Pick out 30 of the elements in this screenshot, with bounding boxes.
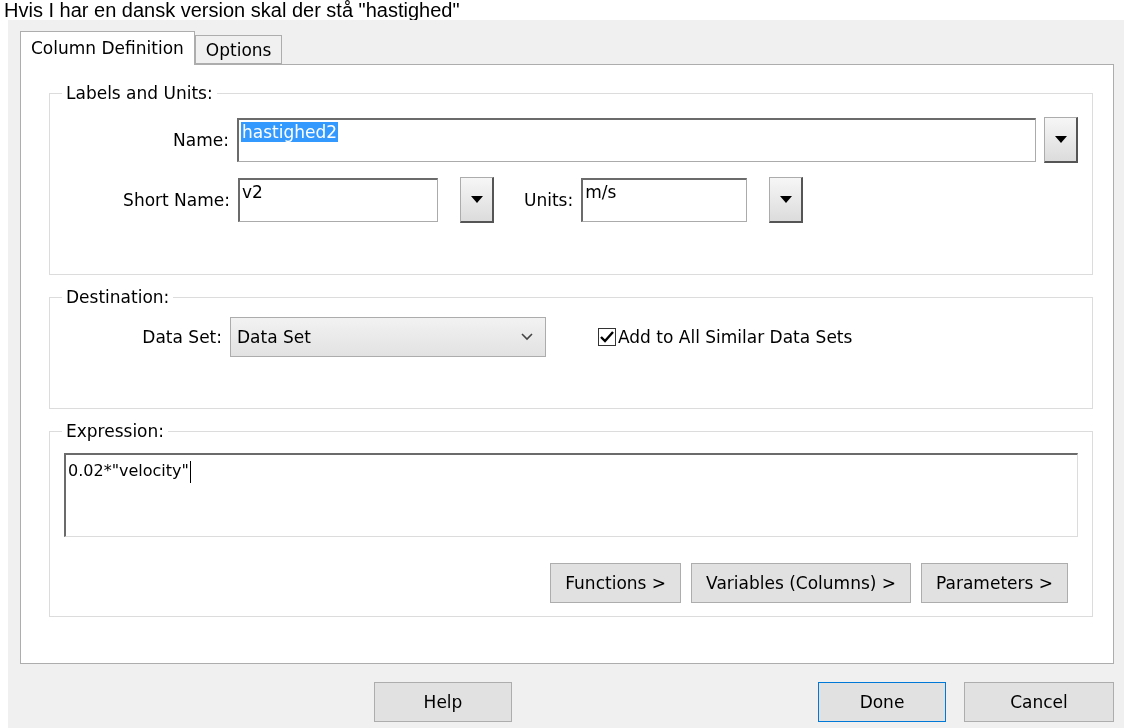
dialog-button[interactable]: Help xyxy=(374,682,512,722)
dropdown-field[interactable]: Data Set xyxy=(230,317,546,357)
caption-text: Hvis I har en dansk version skal der stå "hastighed" xyxy=(3,0,461,20)
expression-field[interactable]: 0.02*"velocity" xyxy=(64,453,1078,537)
checkbox-label: Add to All Similar Data Sets xyxy=(618,327,853,347)
field-label: Units: xyxy=(524,190,574,210)
triangle-down-icon xyxy=(1054,136,1067,143)
checkbox[interactable] xyxy=(598,328,616,346)
action-button[interactable]: Variables (Columns) > xyxy=(691,563,912,603)
field-label: Data Set: xyxy=(141,327,222,347)
field-label: Short Name: xyxy=(122,190,230,210)
group-title: Destination: xyxy=(65,287,171,307)
triangle-down-icon xyxy=(779,196,792,203)
dropdown-button[interactable] xyxy=(769,177,804,223)
chevron-down-icon xyxy=(521,333,533,341)
action-button[interactable]: Functions > xyxy=(550,563,682,603)
dropdown-button[interactable] xyxy=(460,177,494,223)
text-cursor xyxy=(189,461,191,483)
input-field[interactable]: v2 xyxy=(238,178,438,222)
tab[interactable]: Options xyxy=(194,35,283,64)
field-label: Name: xyxy=(172,130,229,150)
group-title: Expression: xyxy=(65,421,165,441)
dropdown-button[interactable] xyxy=(1044,117,1078,163)
tab[interactable]: Column Definition xyxy=(20,31,195,65)
dialog-button[interactable]: Done xyxy=(818,682,946,722)
triangle-down-icon xyxy=(470,196,483,203)
group-title: Labels and Units: xyxy=(65,83,214,103)
dialog-button[interactable]: Cancel xyxy=(964,682,1114,722)
input-field[interactable]: m/s xyxy=(581,178,748,222)
action-button[interactable]: Parameters > xyxy=(921,563,1068,603)
